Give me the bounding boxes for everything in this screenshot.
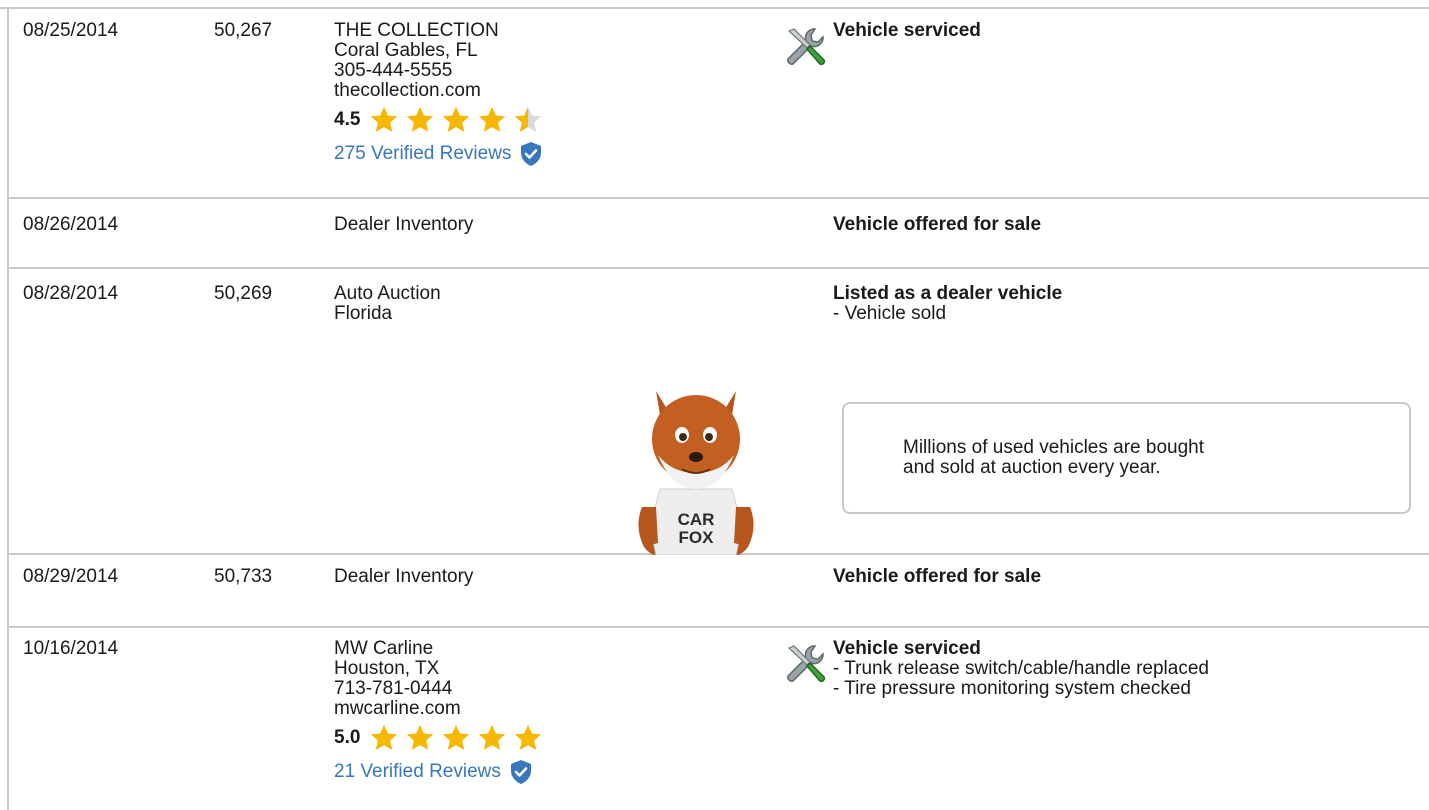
table-row: 10/16/2014 MW Carline Houston, TX 713-78… bbox=[9, 628, 1429, 810]
record-comments: Vehicle serviced bbox=[833, 21, 981, 41]
source-phone: 305-444-5555 bbox=[334, 60, 453, 81]
record-date: 08/28/2014 bbox=[23, 283, 119, 304]
star-icon bbox=[443, 106, 470, 132]
record-source: Dealer Inventory bbox=[334, 566, 474, 587]
record-date: 08/29/2014 bbox=[23, 566, 119, 587]
comment-item: - Trunk release switch/cable/handle repl… bbox=[833, 658, 1209, 679]
record-odometer: 50,269 bbox=[214, 283, 273, 304]
record-date: 08/25/2014 bbox=[23, 20, 119, 41]
verified-shield-icon bbox=[510, 760, 531, 784]
record-odometer: 50,733 bbox=[214, 566, 273, 587]
table-row: 08/26/2014 Dealer Inventory Vehicle offe… bbox=[9, 199, 1429, 269]
dealer-rating: 4.5 bbox=[334, 105, 544, 135]
star-icon bbox=[407, 724, 434, 750]
callout-text: Millions of used vehicles are bought and… bbox=[903, 438, 1363, 478]
comment-heading: Vehicle serviced bbox=[833, 20, 981, 41]
record-date: 10/16/2014 bbox=[23, 638, 119, 659]
source-name: THE COLLECTION bbox=[334, 20, 499, 41]
source-location: Florida bbox=[334, 303, 393, 324]
record-date: 08/26/2014 bbox=[23, 214, 119, 235]
source-name: Auto Auction bbox=[334, 283, 441, 304]
comment-heading: Vehicle offered for sale bbox=[833, 214, 1042, 235]
comment-heading: Listed as a dealer vehicle bbox=[833, 283, 1063, 304]
record-comments: Vehicle offered for sale bbox=[833, 215, 1041, 235]
comment-heading: Vehicle offered for sale bbox=[833, 566, 1042, 587]
table-row: 08/25/2014 50,267 THE COLLECTION Coral G… bbox=[9, 9, 1429, 199]
source-website[interactable]: mwcarline.com bbox=[334, 699, 544, 719]
source-location: Coral Gables, FL bbox=[334, 40, 478, 61]
record-source: Auto Auction Florida bbox=[334, 284, 441, 324]
comment-item: - Tire pressure monitoring system checke… bbox=[833, 678, 1191, 699]
dealer-rating: 5.0 bbox=[334, 723, 544, 753]
verified-shield-icon bbox=[521, 142, 542, 166]
mascot-shirt-text-line1: CAR bbox=[678, 510, 715, 529]
star-icon bbox=[515, 724, 542, 750]
reviews-label: 275 Verified Reviews bbox=[334, 143, 512, 164]
verified-reviews-link[interactable]: 275 Verified Reviews bbox=[334, 141, 544, 167]
record-comments: Vehicle serviced - Trunk release switch/… bbox=[833, 639, 1209, 699]
source-name: MW Carline bbox=[334, 638, 434, 659]
reviews-label: 21 Verified Reviews bbox=[334, 761, 501, 782]
comment-item: - Vehicle sold bbox=[833, 303, 947, 324]
wrench-screwdriver-icon bbox=[787, 645, 826, 683]
rating-stars bbox=[368, 105, 544, 135]
star-icon bbox=[443, 724, 470, 750]
verified-reviews-link[interactable]: 21 Verified Reviews bbox=[334, 759, 544, 785]
record-source: MW Carline Houston, TX 713-781-0444 mwca… bbox=[334, 639, 544, 785]
callout-text-line: and sold at auction every year. bbox=[903, 457, 1161, 478]
rating-score: 4.5 bbox=[334, 109, 361, 130]
record-source: Dealer Inventory bbox=[334, 214, 474, 235]
source-website[interactable]: thecollection.com bbox=[334, 81, 544, 101]
rating-stars bbox=[368, 723, 544, 753]
wrench-screwdriver-icon bbox=[787, 28, 826, 66]
record-comments: Vehicle offered for sale bbox=[833, 567, 1041, 587]
comment-heading: Vehicle serviced bbox=[833, 638, 981, 659]
source-location: Houston, TX bbox=[334, 658, 440, 679]
half-star-icon bbox=[515, 106, 542, 132]
vehicle-history-table: 08/25/2014 50,267 THE COLLECTION Coral G… bbox=[0, 0, 1429, 810]
star-icon bbox=[479, 724, 506, 750]
mascot-shirt-text-line2: FOX bbox=[679, 528, 715, 547]
record-source: THE COLLECTION Coral Gables, FL 305-444-… bbox=[334, 21, 544, 167]
rating-score: 5.0 bbox=[334, 727, 361, 748]
carfox-mascot-image: CAR FOX bbox=[638, 391, 754, 555]
star-icon bbox=[479, 106, 506, 132]
star-icon bbox=[371, 724, 398, 750]
record-odometer: 50,267 bbox=[214, 20, 273, 41]
source-phone: 713-781-0444 bbox=[334, 678, 453, 699]
record-comments: Listed as a dealer vehicle - Vehicle sol… bbox=[833, 284, 1062, 324]
star-icon bbox=[407, 106, 434, 132]
table-row: 08/29/2014 50,733 Dealer Inventory Vehic… bbox=[9, 555, 1429, 628]
star-icon bbox=[371, 106, 398, 132]
callout-text-line: Millions of used vehicles are bought bbox=[903, 437, 1205, 458]
auction-info-callout: Millions of used vehicles are bought and… bbox=[842, 402, 1411, 514]
